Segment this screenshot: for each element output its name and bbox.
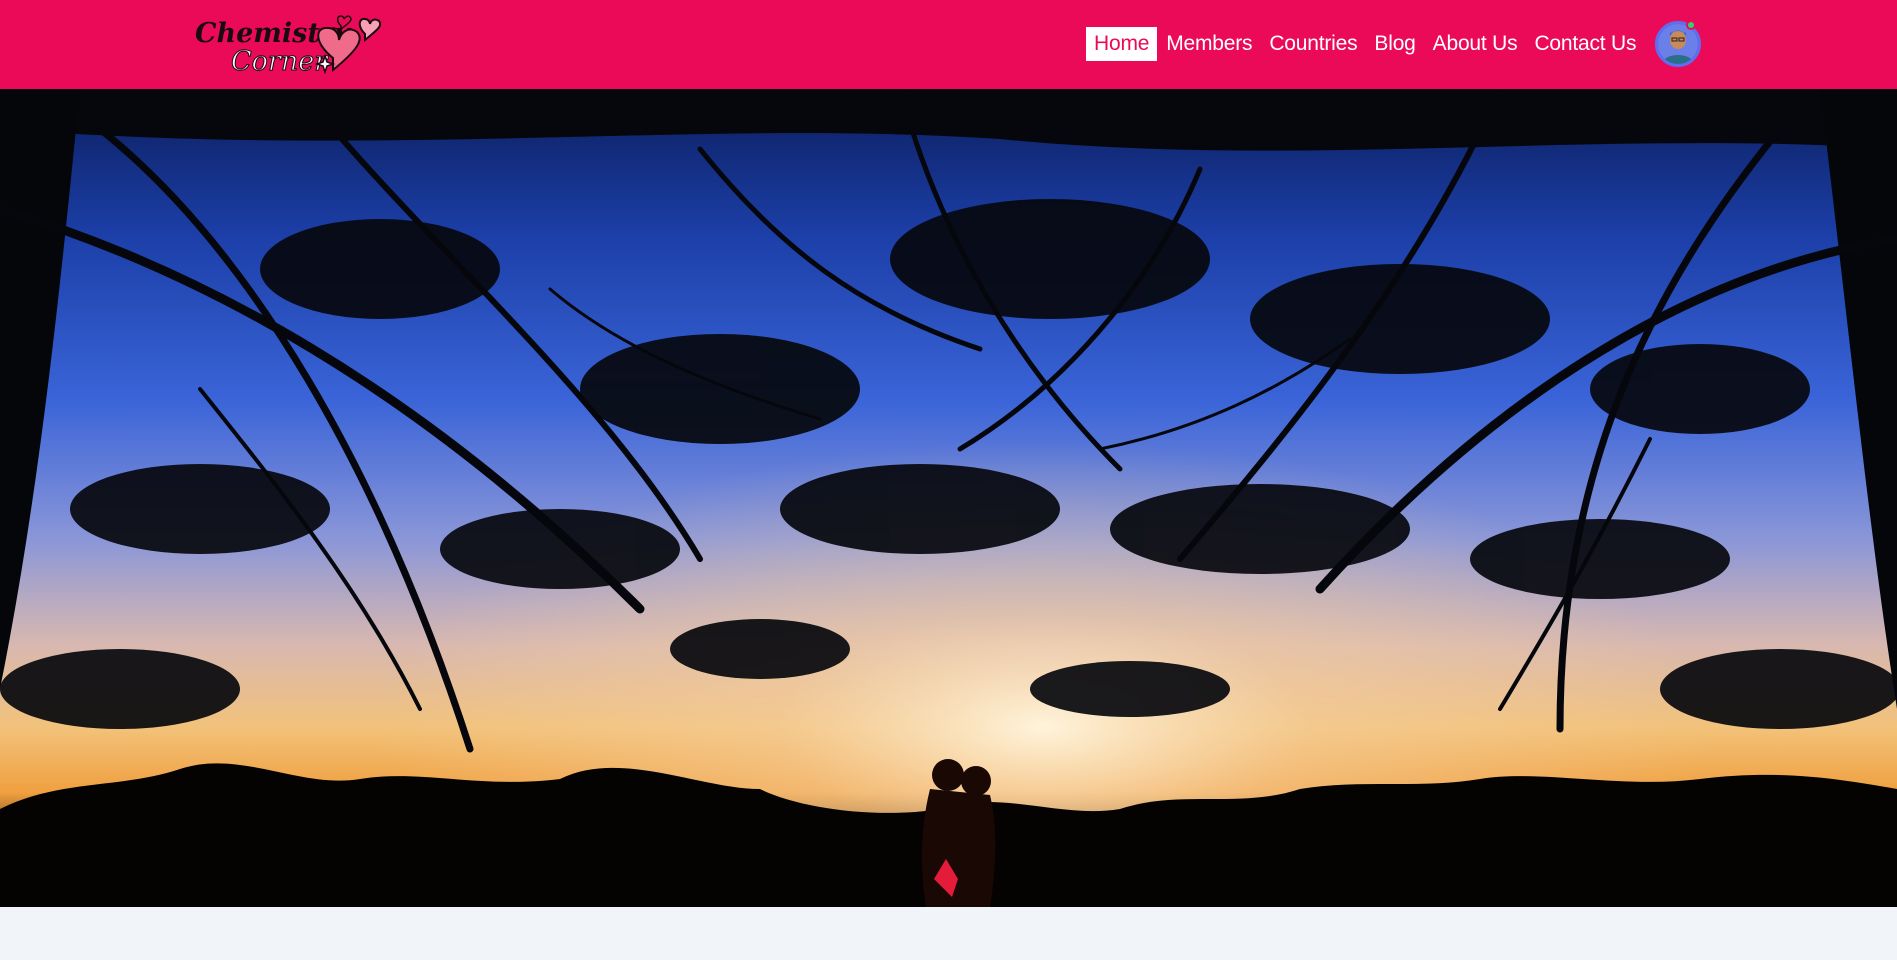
online-status-dot [1686, 20, 1696, 30]
hero-sunset-illustration [0, 89, 1897, 907]
site-logo[interactable]: Chemistry Corner [193, 12, 383, 78]
nav-contact-link[interactable]: Contact Us [1526, 27, 1644, 61]
top-navbar: Chemistry Corner Home Members Countries … [0, 0, 1897, 89]
nav-blog-link[interactable]: Blog [1366, 27, 1423, 61]
logo-text-line2: Corner [231, 46, 329, 77]
nav-about-link[interactable]: About Us [1425, 27, 1526, 61]
page-content-area [0, 907, 1897, 960]
nav-members-link[interactable]: Members [1158, 27, 1260, 61]
hero-banner-image [0, 89, 1897, 907]
nav-home-link[interactable]: Home [1086, 27, 1158, 61]
nav-countries-link[interactable]: Countries [1261, 27, 1365, 61]
user-avatar-icon [1658, 24, 1698, 64]
main-nav: Home Members Countries Blog About Us Con… [1086, 27, 1645, 61]
logo-hearts-icon: Chemistry Corner [195, 15, 382, 78]
